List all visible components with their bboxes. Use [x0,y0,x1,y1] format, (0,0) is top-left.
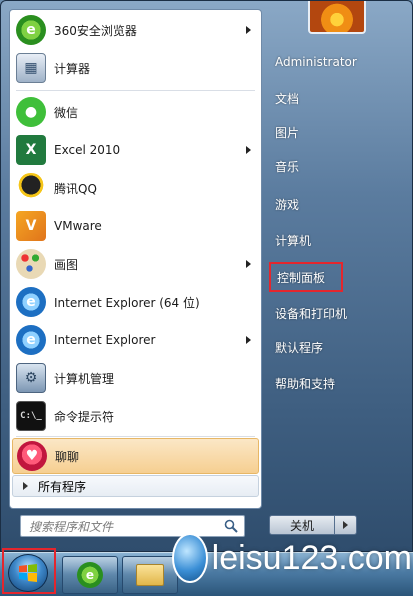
program-vmware[interactable]: V VMware [12,208,259,244]
start-button-highlight [2,548,56,594]
help-support-link[interactable]: 帮助和支持 [269,368,399,398]
360-browser-icon: e [77,562,103,588]
computer-link[interactable]: 计算机 [269,225,399,255]
devices-printers-label: 设备和打印机 [275,306,348,321]
search-placeholder: 搜索程序和文件 [29,519,114,534]
all-programs-label: 所有程序 [38,479,87,494]
program-label: Internet Explorer [54,333,156,347]
program-paint[interactable]: 画图 [12,246,259,282]
watermark: leisu123.com [172,522,412,594]
control-panel-label: 控制面板 [277,270,326,285]
program-label: Excel 2010 [54,143,121,157]
default-programs-label: 默认程序 [275,340,324,355]
computer-management-icon: ⚙ [16,363,46,393]
program-wechat[interactable]: ● 微信 [12,94,259,130]
user-name-label: Administrator [275,55,357,69]
games-link[interactable]: 游戏 [269,189,399,219]
ie-icon: e [16,325,46,355]
separator [16,90,255,91]
watermark-logo-icon [172,533,208,583]
program-label: 画图 [54,257,79,272]
folder-icon [136,564,164,586]
vmware-icon: V [16,211,46,241]
program-label: Internet Explorer (64 位) [54,295,200,310]
start-menu: e 360安全浏览器 ▦ 计算器 ● 微信 X Excel 2010 腾讯QQ … [0,0,413,552]
excel-icon: X [16,135,46,165]
help-support-label: 帮助和支持 [275,376,336,391]
calculator-icon: ▦ [16,53,46,83]
programs-pane: e 360安全浏览器 ▦ 计算器 ● 微信 X Excel 2010 腾讯QQ … [9,9,262,509]
all-programs-arrow-icon [23,482,28,490]
games-label: 游戏 [275,197,300,212]
program-liaoliao[interactable]: ♥ 聊聊 [12,438,259,474]
user-name-link[interactable]: Administrator [269,47,399,77]
360-browser-icon: e [16,15,46,45]
submenu-arrow-icon[interactable] [246,146,251,154]
paint-palette-icon [16,249,46,279]
devices-printers-link[interactable]: 设备和打印机 [269,298,399,328]
heart-chat-icon: ♥ [17,441,47,471]
pictures-label: 图片 [275,125,300,140]
submenu-arrow-icon[interactable] [246,336,251,344]
submenu-arrow-icon[interactable] [246,260,251,268]
program-label: VMware [54,219,102,233]
program-label: 腾讯QQ [54,181,97,196]
program-calculator[interactable]: ▦ 计算器 [12,50,259,86]
all-programs-button[interactable]: 所有程序 [12,475,259,497]
program-label: 计算机管理 [54,371,115,386]
music-link[interactable]: 音乐 [269,151,399,181]
command-prompt-icon: C:\_ [16,401,46,431]
music-label: 音乐 [275,159,300,174]
control-panel-link[interactable]: 控制面板 [269,262,343,292]
user-avatar[interactable] [308,1,366,34]
separator [16,436,255,437]
taskbar-explorer[interactable] [122,556,178,594]
pictures-link[interactable]: 图片 [269,117,399,147]
program-ie[interactable]: e Internet Explorer [12,322,259,358]
program-label: 360安全浏览器 [54,23,137,38]
program-computer-management[interactable]: ⚙ 计算机管理 [12,360,259,396]
program-command-prompt[interactable]: C:\_ 命令提示符 [12,398,259,434]
program-label: 计算器 [54,61,91,76]
qq-penguin-icon [16,173,46,203]
documents-link[interactable]: 文档 [269,83,399,113]
program-ie64[interactable]: e Internet Explorer (64 位) [12,284,259,320]
program-qq[interactable]: 腾讯QQ [12,170,259,206]
ie-icon: e [16,287,46,317]
submenu-arrow-icon[interactable] [246,26,251,34]
watermark-text: leisu123.com [211,538,412,577]
documents-label: 文档 [275,91,300,106]
program-label: 微信 [54,105,79,120]
program-360-browser[interactable]: e 360安全浏览器 [12,12,259,48]
computer-label: 计算机 [275,233,312,248]
program-label: 聊聊 [55,449,80,464]
default-programs-link[interactable]: 默认程序 [269,332,399,362]
program-label: 命令提示符 [54,409,115,424]
program-excel[interactable]: X Excel 2010 [12,132,259,168]
wechat-icon: ● [16,97,46,127]
taskbar-360-browser[interactable]: e [62,556,118,594]
